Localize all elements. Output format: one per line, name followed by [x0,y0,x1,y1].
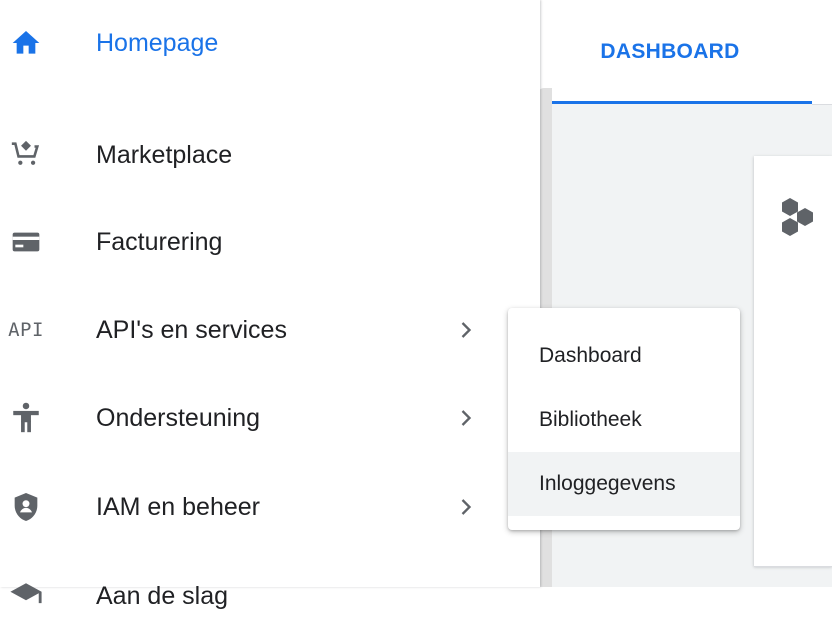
card-bottom-divider [754,566,832,567]
nav-item-label: Aan de slag [96,582,229,610]
nav-item-aan-de-slag[interactable]: Aan de slag [0,560,540,632]
submenu-item-inloggegevens[interactable]: Inloggegevens [508,452,740,516]
tab-bar-divider [812,104,832,105]
submenu-item-bibliotheek[interactable]: Bibliotheek [508,388,740,452]
nav-item-facturering[interactable]: Facturering [0,206,540,278]
api-icon: API [8,319,44,341]
nav-item-label: IAM en beheer [96,493,260,521]
chevron-right-icon [461,322,472,338]
nav-item-marketplace[interactable]: Marketplace [0,119,540,191]
nav-item-apis-en-services[interactable]: API API's en services [0,294,540,366]
hexagons-icon [778,196,826,244]
nav-item-label: Homepage [96,29,219,57]
billing-card-icon [6,222,46,262]
chevron-right-icon [461,499,472,515]
nav-item-label: API's en services [96,316,287,344]
nav-item-ondersteuning[interactable]: Ondersteuning [0,382,540,454]
nav-item-label: Ondersteuning [96,404,261,432]
school-icon [6,576,46,616]
cart-icon [6,135,46,175]
nav-item-iam-en-beheer[interactable]: IAM en beheer [0,471,540,543]
navigation-drawer: Homepage Marketplace Facturering API API [0,0,540,610]
nav-item-label: Marketplace [96,141,233,169]
nav-item-homepage[interactable]: Homepage [0,7,540,79]
person-support-icon [6,398,46,438]
apis-submenu: Dashboard Bibliotheek Inloggegevens [508,308,740,530]
shield-icon [6,487,46,527]
chevron-right-icon [461,410,472,426]
tab-active-indicator [552,101,812,104]
nav-item-label: Facturering [96,228,223,256]
home-icon [6,23,46,63]
submenu-item-dashboard[interactable]: Dashboard [508,324,740,388]
tab-dashboard[interactable]: DASHBOARD [552,0,812,104]
